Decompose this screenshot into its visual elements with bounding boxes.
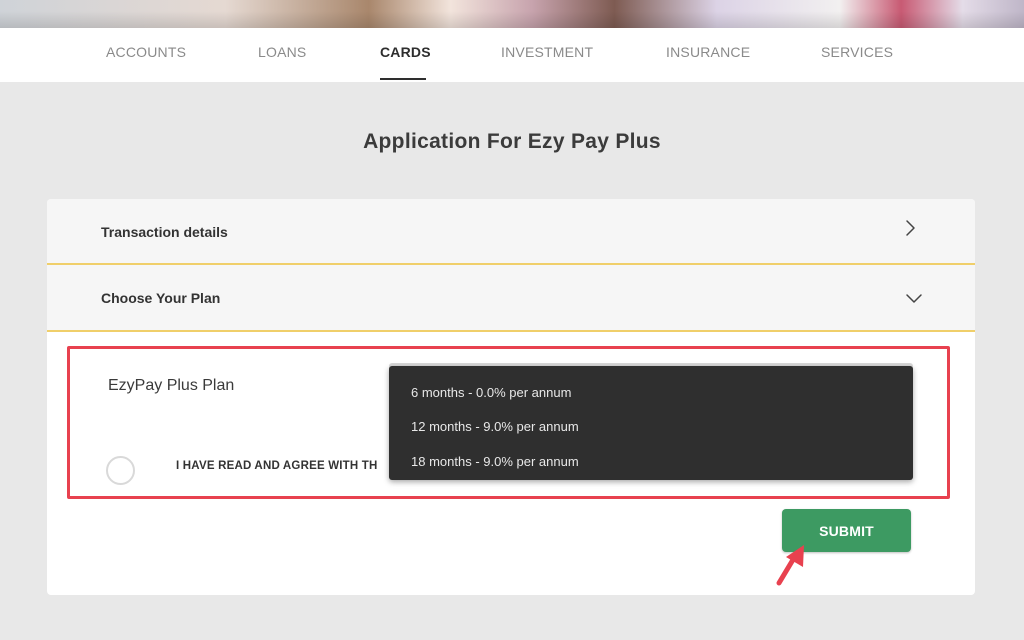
nav-item-investment[interactable]: INVESTMENT [501, 44, 593, 60]
nav-item-insurance[interactable]: INSURANCE [666, 44, 750, 60]
page-title: Application For Ezy Pay Plus [363, 130, 661, 153]
accordion-label: Transaction details [101, 224, 228, 240]
agreement-text: I HAVE READ AND AGREE WITH TH [176, 460, 378, 472]
accordion-choose-your-plan[interactable]: Choose Your Plan [47, 265, 975, 332]
agreement-radio[interactable] [106, 456, 135, 485]
nav-item-accounts[interactable]: ACCOUNTS [106, 44, 186, 60]
plan-option-18-months[interactable]: 18 months - 9.0% per annum [411, 454, 579, 469]
plan-option-6-months[interactable]: 6 months - 0.0% per annum [411, 385, 571, 400]
accordion-label: Choose Your Plan [101, 290, 221, 306]
nav-item-services[interactable]: SERVICES [821, 44, 893, 60]
nav-item-loans[interactable]: LOANS [258, 44, 306, 60]
top-navigation: ACCOUNTS LOANS CARDS INVESTMENT INSURANC… [0, 28, 1024, 82]
chevron-down-icon[interactable] [905, 293, 923, 305]
plan-dropdown-menu: 6 months - 0.0% per annum 12 months - 9.… [389, 366, 913, 480]
pointer-arrow-icon [776, 545, 804, 586]
plan-option-12-months[interactable]: 12 months - 9.0% per annum [411, 419, 579, 434]
nav-item-cards[interactable]: CARDS [380, 44, 431, 60]
plan-field-label: EzyPay Plus Plan [108, 377, 235, 394]
active-tab-underline [380, 78, 426, 80]
chevron-right-icon[interactable] [905, 219, 917, 237]
accordion-transaction-details[interactable]: Transaction details [47, 199, 975, 265]
hero-banner-shade [0, 0, 1024, 28]
